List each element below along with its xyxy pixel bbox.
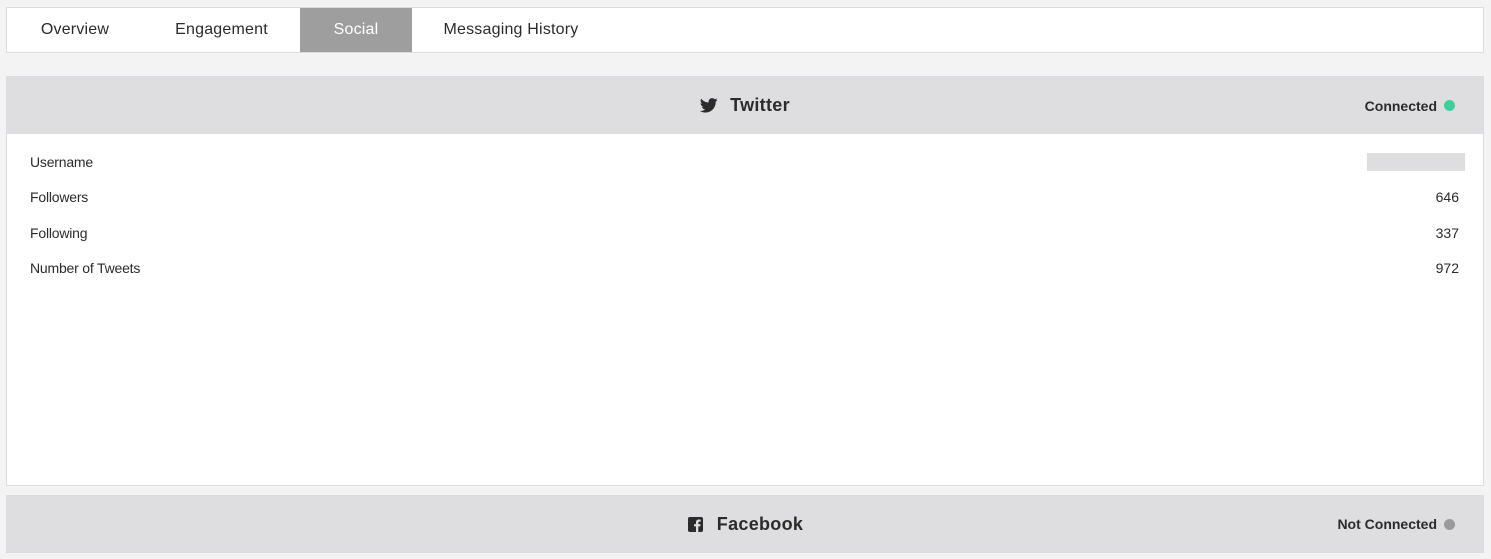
twitter-stats-list: Username Followers 646 Following 337 Num…	[7, 134, 1483, 286]
stat-label: Number of Tweets	[30, 260, 141, 277]
facebook-status-label: Not Connected	[1337, 516, 1437, 532]
twitter-status-label: Connected	[1364, 97, 1437, 114]
twitter-connection-status: Connected	[1365, 98, 1455, 114]
stat-label: Username	[30, 153, 93, 170]
stat-row-followers: Followers 646	[7, 180, 1483, 216]
stat-value: 972	[1435, 260, 1459, 277]
twitter-title: Twitter	[730, 95, 790, 115]
username-redacted	[1367, 152, 1465, 171]
facebook-title: Facebook	[716, 513, 804, 534]
facebook-card-header: Facebook Not Connected	[7, 496, 1483, 552]
facebook-title-group: Facebook	[687, 514, 803, 535]
twitter-card-header: Twitter Connected	[7, 77, 1483, 134]
twitter-status-dot	[1444, 100, 1455, 111]
tab-messaging-history[interactable]: Messaging History	[412, 8, 610, 52]
facebook-icon	[687, 515, 705, 533]
twitter-icon	[700, 97, 718, 115]
facebook-connection-status: Not Connected	[1337, 516, 1455, 532]
twitter-title-group: Twitter	[700, 95, 790, 116]
stat-row-username: Username	[7, 144, 1483, 180]
tab-overview[interactable]: Overview	[7, 8, 143, 52]
stat-value: 646	[1435, 189, 1459, 206]
tab-engagement[interactable]: Engagement	[143, 8, 300, 52]
facebook-card: Facebook Not Connected	[6, 495, 1484, 553]
stat-row-tweets: Number of Tweets 972	[7, 251, 1483, 287]
stat-row-following: Following 337	[7, 215, 1483, 251]
tab-bar: Overview Engagement Social Messaging His…	[6, 7, 1484, 53]
twitter-card: Twitter Connected Username Followers 646…	[6, 76, 1484, 486]
stat-label: Followers	[30, 189, 89, 206]
stat-value: 337	[1435, 224, 1459, 241]
stat-label: Following	[30, 224, 88, 241]
facebook-status-dot	[1444, 518, 1455, 530]
tab-social[interactable]: Social	[300, 8, 412, 52]
